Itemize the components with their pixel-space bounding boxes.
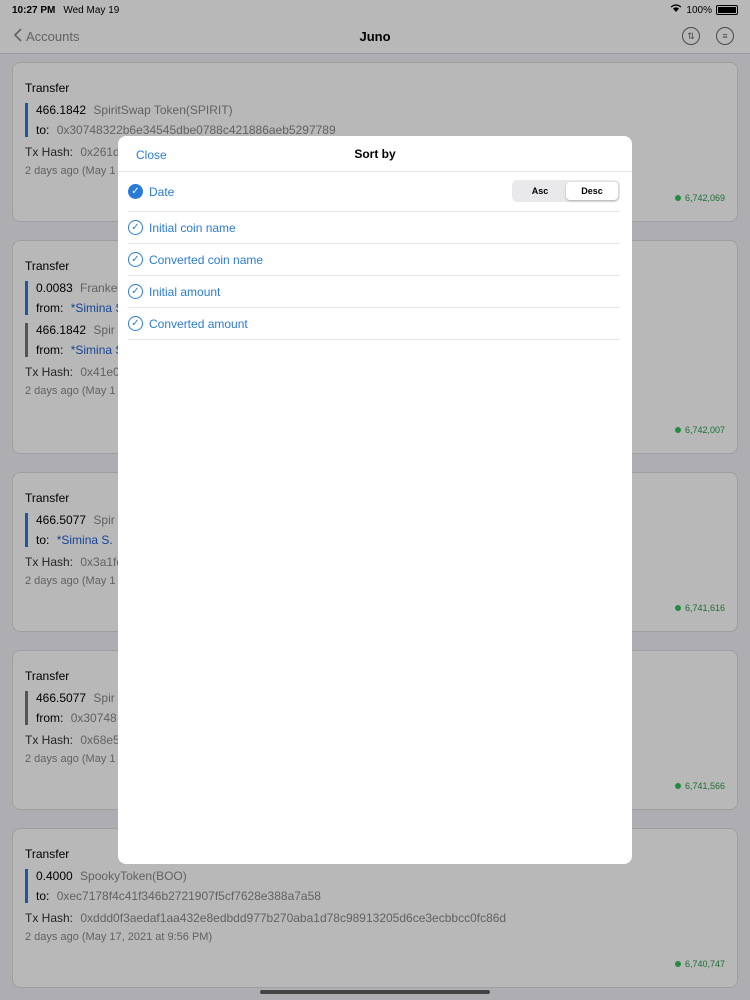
checkmark-circle-icon: ✓	[128, 284, 143, 299]
sort-option-date[interactable]: ✓ Date Asc Desc	[128, 172, 620, 212]
sort-order-segmented-control[interactable]: Asc Desc	[512, 180, 620, 202]
sort-option-label: Converted amount	[149, 316, 248, 331]
sort-option-label: Converted coin name	[149, 252, 264, 267]
sort-desc-segment[interactable]: Desc	[566, 182, 618, 200]
sort-option-label: Initial coin name	[149, 220, 236, 235]
checkmark-circle-icon: ✓	[128, 220, 143, 235]
sort-option-converted-coin-name[interactable]: ✓ Converted coin name	[128, 244, 620, 276]
sort-option-label: Initial amount	[149, 284, 221, 299]
sort-by-sheet: Close Sort by ✓ Date Asc Desc ✓ Initial …	[118, 136, 632, 864]
sort-option-converted-amount[interactable]: ✓ Converted amount	[128, 308, 620, 340]
sort-option-initial-amount[interactable]: ✓ Initial amount	[128, 276, 620, 308]
checkmark-circle-icon: ✓	[128, 316, 143, 331]
checkmark-circle-icon: ✓	[128, 252, 143, 267]
checkmark-circle-icon: ✓	[128, 184, 143, 199]
sort-option-initial-coin-name[interactable]: ✓ Initial coin name	[128, 212, 620, 244]
sheet-header: Close Sort by	[118, 136, 632, 172]
sort-option-label: Date	[149, 184, 175, 199]
sort-asc-segment[interactable]: Asc	[514, 182, 566, 200]
sheet-title: Sort by	[354, 147, 396, 161]
home-indicator[interactable]	[260, 990, 490, 994]
